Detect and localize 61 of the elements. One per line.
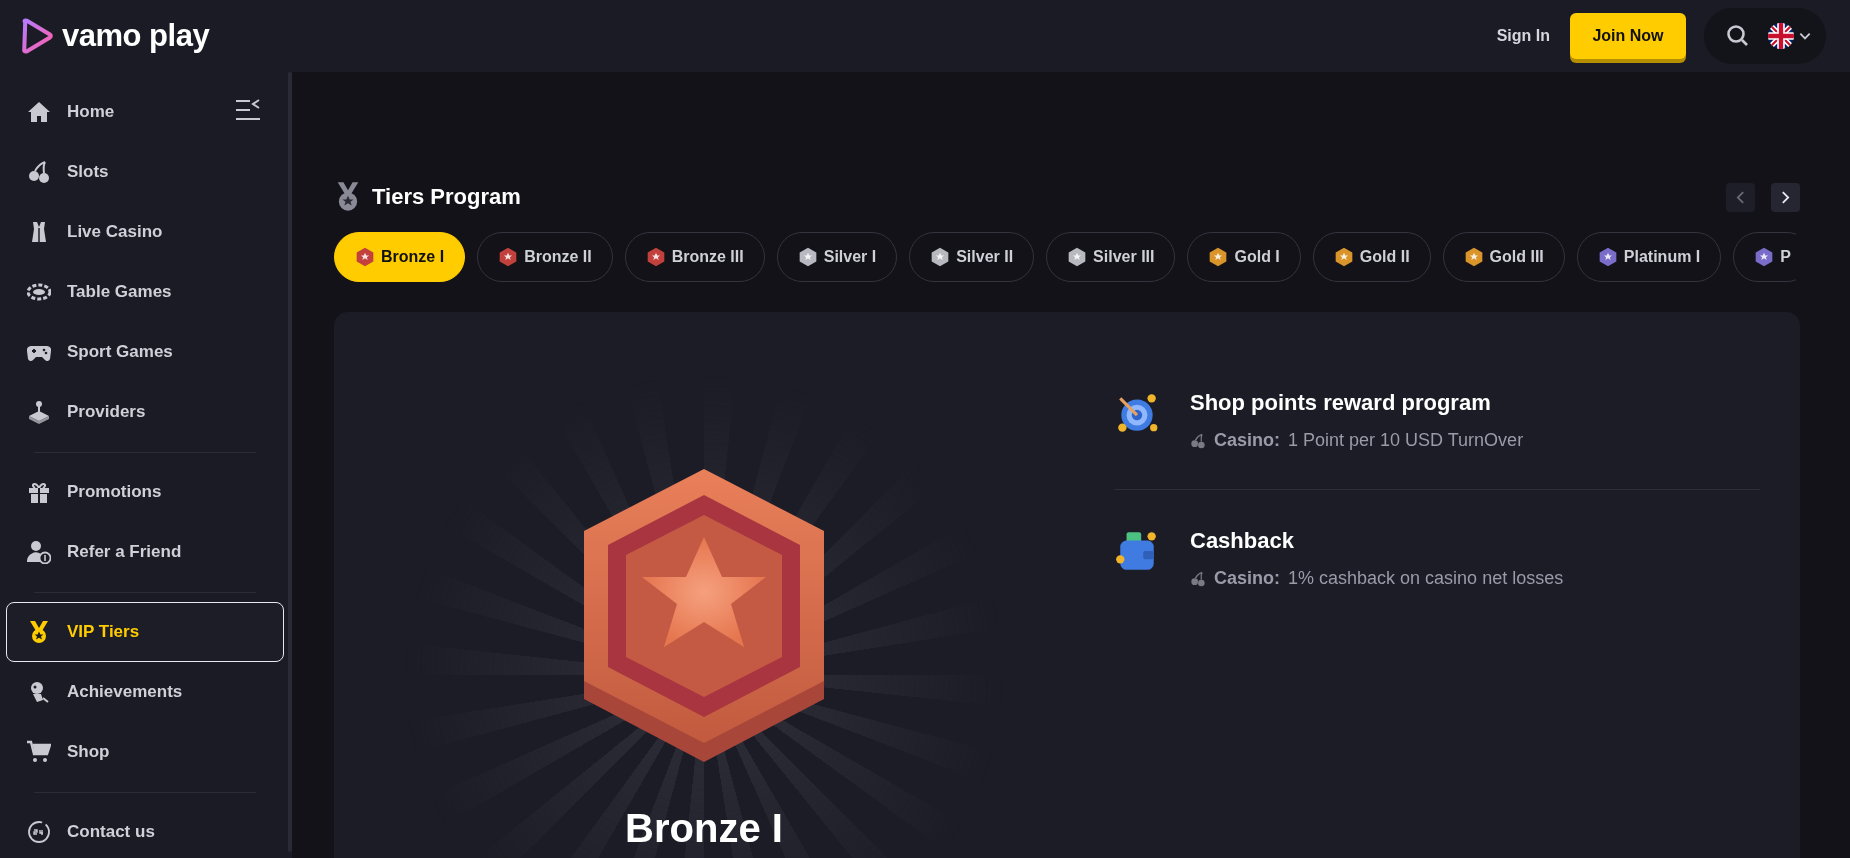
reward-title: Shop points reward program (1190, 390, 1492, 416)
sidebar-item[interactable]: Promotions (6, 462, 284, 522)
gift-icon (27, 480, 51, 504)
reward-label: Casino: (1214, 568, 1280, 589)
clock-24-icon (27, 820, 51, 844)
tier-name: Bronze I (625, 805, 783, 852)
sidebar-item[interactable]: Home (6, 82, 284, 142)
reward-description: 1% cashback on casino net losses (1288, 568, 1564, 589)
tier-tab[interactable]: Silver I (776, 232, 898, 282)
home-icon (27, 100, 51, 124)
tier-tab[interactable]: Bronze III (624, 232, 765, 282)
hexagon-star-icon (930, 247, 951, 267)
tier-tab[interactable]: Silver II (909, 232, 1035, 282)
tier-tab[interactable]: Silver III (1046, 232, 1176, 282)
sidebar-item[interactable]: Table Games (6, 262, 284, 322)
joystick-icon (27, 400, 51, 424)
collapse-menu-icon (235, 99, 261, 121)
sidebar-item[interactable]: Live Casino (6, 202, 284, 262)
hexagon-star-icon (1463, 247, 1484, 267)
reward-title: Cashback (1190, 528, 1295, 554)
tier-tab[interactable]: P (1733, 232, 1796, 282)
sidebar-item[interactable]: Sport Games (6, 322, 284, 382)
reward-description: 1 Point per 10 USD TurnOver (1288, 430, 1524, 451)
hexagon-star-icon (797, 247, 818, 267)
person-coin-icon (27, 540, 51, 564)
sidebar-item[interactable]: Slots (6, 142, 284, 202)
sidebar-item[interactable]: Shop (6, 722, 284, 782)
cherries-icon (1190, 432, 1206, 449)
tier-tab[interactable]: Gold II (1312, 232, 1431, 282)
tier-tab[interactable]: Bronze I (334, 232, 466, 282)
uk-flag-icon (1768, 23, 1794, 49)
cherries-icon (1190, 570, 1206, 587)
hexagon-star-icon (1333, 247, 1354, 267)
hexagon-star-icon (645, 247, 666, 267)
tier-tab[interactable]: Gold I (1187, 232, 1301, 282)
cherries-icon (27, 160, 51, 184)
sidebar-item[interactable]: VIP Tiers (6, 602, 284, 662)
sidebar-item[interactable]: Providers (6, 382, 284, 442)
next-button[interactable] (1771, 182, 1800, 212)
hexagon-star-icon (1754, 247, 1775, 267)
chevron-right-icon (1781, 190, 1790, 204)
sidebar-item[interactable]: Achievements (6, 662, 284, 722)
cart-icon (27, 740, 51, 764)
sidebar-item[interactable]: Contact us (6, 802, 284, 858)
logo-text[interactable]: vamo play (62, 18, 210, 54)
sidebar-item[interactable]: Refer a Friend (6, 522, 284, 582)
sign-in-link[interactable]: Sign In (1496, 27, 1550, 45)
chevron-left-icon (1736, 190, 1745, 204)
hexagon-star-icon (1067, 247, 1088, 267)
language-selector[interactable] (1768, 23, 1812, 49)
section-title: Tiers Program (372, 184, 522, 210)
hexagon-star-icon (1597, 247, 1618, 267)
search-icon (1726, 24, 1750, 48)
hexagon-star-icon (355, 247, 375, 267)
tier-tab[interactable]: Gold III (1442, 232, 1565, 282)
medal-icon (27, 620, 51, 644)
reward-label: Casino: (1214, 430, 1280, 451)
tier-tab[interactable]: Bronze II (477, 232, 613, 282)
hexagon-star-icon (1208, 247, 1229, 267)
tier-tab[interactable]: Platinum I (1576, 232, 1722, 282)
hexagon-star-icon (498, 247, 519, 267)
